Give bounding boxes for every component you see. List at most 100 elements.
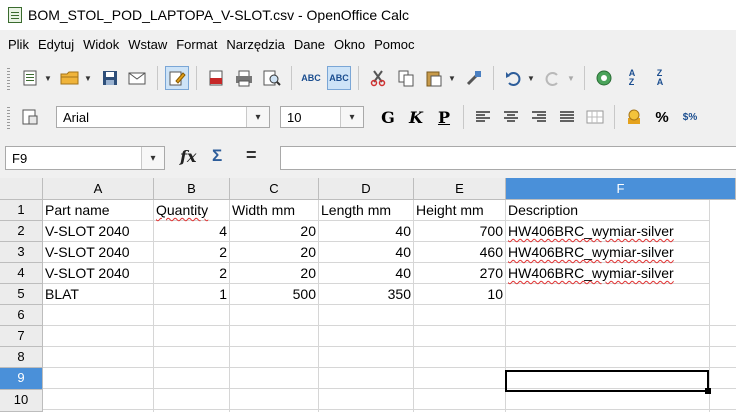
chevron-down-icon[interactable]: ▾ xyxy=(141,147,164,169)
font-size-combo[interactable]: 10 ▾ xyxy=(280,106,364,128)
row-header-9[interactable]: 9 xyxy=(0,368,43,390)
column-header-e[interactable]: E xyxy=(414,178,506,200)
cell-a4[interactable]: V-SLOT 2040 xyxy=(43,263,154,284)
open-folder-icon[interactable] xyxy=(58,66,82,90)
cell-d2[interactable]: 40 xyxy=(319,221,414,242)
font-name-combo[interactable]: Arial ▾ xyxy=(56,106,270,128)
row-header-5[interactable]: 5 xyxy=(0,284,43,305)
toolbar-grip[interactable] xyxy=(7,66,10,90)
justify-icon[interactable] xyxy=(555,105,579,129)
name-box[interactable]: F9 ▾ xyxy=(5,146,165,170)
menu-plik[interactable]: Plik xyxy=(4,37,33,52)
cell-b1[interactable]: Quantity xyxy=(154,200,230,221)
menu-widok[interactable]: Widok xyxy=(79,37,123,52)
equals-button[interactable]: = xyxy=(246,145,257,166)
column-header-f[interactable]: F xyxy=(506,178,736,200)
cell-e5[interactable]: 10 xyxy=(414,284,506,305)
cell-d5[interactable]: 350 xyxy=(319,284,414,305)
cell-d1[interactable]: Length mm xyxy=(319,200,414,221)
cell-e4[interactable]: 270 xyxy=(414,263,506,284)
empty-grid[interactable] xyxy=(43,305,736,412)
menu-okno[interactable]: Okno xyxy=(330,37,369,52)
menu-dane[interactable]: Dane xyxy=(290,37,329,52)
cell-c5[interactable]: 500 xyxy=(230,284,319,305)
cell-f5[interactable] xyxy=(506,284,710,305)
fill-handle[interactable] xyxy=(705,388,711,394)
cell-b3[interactable]: 2 xyxy=(154,242,230,263)
edit-mode-icon[interactable] xyxy=(165,66,189,90)
cell-d4[interactable]: 40 xyxy=(319,263,414,284)
export-pdf-icon[interactable] xyxy=(204,66,228,90)
new-dropdown-icon[interactable]: ▼ xyxy=(44,74,52,83)
cell-c4[interactable]: 20 xyxy=(230,263,319,284)
cell-e3[interactable]: 460 xyxy=(414,242,506,263)
cell-f2[interactable]: HW406BRC_wymiar-silver xyxy=(506,221,710,242)
paste-icon[interactable] xyxy=(422,66,446,90)
row-header-8[interactable]: 8 xyxy=(0,347,43,368)
cell-c2[interactable]: 20 xyxy=(230,221,319,242)
redo-dropdown-icon[interactable]: ▼ xyxy=(567,74,575,83)
cell-d3[interactable]: 40 xyxy=(319,242,414,263)
navigator-icon[interactable] xyxy=(592,66,616,90)
cell-b5[interactable]: 1 xyxy=(154,284,230,305)
toolbar-grip[interactable] xyxy=(7,105,10,129)
row-header-4[interactable]: 4 xyxy=(0,263,43,284)
column-header-b[interactable]: B xyxy=(154,178,230,200)
function-wizard-button[interactable]: fx xyxy=(180,147,196,166)
cell-a3[interactable]: V-SLOT 2040 xyxy=(43,242,154,263)
align-left-icon[interactable] xyxy=(471,105,495,129)
styles-icon[interactable] xyxy=(18,105,42,129)
chevron-down-icon[interactable]: ▾ xyxy=(340,107,363,127)
row-header-2[interactable]: 2 xyxy=(0,221,43,242)
undo-icon[interactable] xyxy=(501,66,525,90)
cut-icon[interactable] xyxy=(366,66,390,90)
autospellcheck-icon[interactable]: ABC xyxy=(327,66,351,90)
row-header-1[interactable]: 1 xyxy=(0,200,43,221)
underline-button[interactable]: P xyxy=(432,105,456,129)
cell-e2[interactable]: 700 xyxy=(414,221,506,242)
cell-f4[interactable]: HW406BRC_wymiar-silver xyxy=(506,263,710,284)
column-header-c[interactable]: C xyxy=(230,178,319,200)
print-preview-icon[interactable] xyxy=(260,66,284,90)
cell-b2[interactable]: 4 xyxy=(154,221,230,242)
italic-button[interactable]: K xyxy=(404,105,428,129)
cell-f1[interactable]: Description xyxy=(506,200,710,221)
row-header-3[interactable]: 3 xyxy=(0,242,43,263)
paste-dropdown-icon[interactable]: ▼ xyxy=(448,74,456,83)
redo-icon[interactable] xyxy=(541,66,565,90)
cell-c3[interactable]: 20 xyxy=(230,242,319,263)
cell-a5[interactable]: BLAT xyxy=(43,284,154,305)
percent-format-button[interactable]: % xyxy=(650,105,674,129)
cell-a1[interactable]: Part name xyxy=(43,200,154,221)
spreadsheet-grid[interactable]: A B C D E F 1 2 3 4 5 6 7 8 9 10 Part na… xyxy=(0,178,736,412)
cell-f3[interactable]: HW406BRC_wymiar-silver xyxy=(506,242,710,263)
menu-narzedzia[interactable]: Narzędzia xyxy=(222,37,289,52)
column-header-d[interactable]: D xyxy=(319,178,414,200)
new-document-icon[interactable] xyxy=(18,66,42,90)
currency-format-icon[interactable] xyxy=(622,105,646,129)
open-dropdown-icon[interactable]: ▼ xyxy=(84,74,92,83)
row-header-7[interactable]: 7 xyxy=(0,326,43,347)
save-icon[interactable] xyxy=(98,66,122,90)
cell-b4[interactable]: 2 xyxy=(154,263,230,284)
merge-cells-icon[interactable] xyxy=(583,105,607,129)
copy-icon[interactable] xyxy=(394,66,418,90)
cell-a2[interactable]: V-SLOT 2040 xyxy=(43,221,154,242)
standard-format-icon[interactable]: $% xyxy=(678,105,702,129)
align-center-icon[interactable] xyxy=(499,105,523,129)
formula-input[interactable] xyxy=(280,146,736,170)
clone-formatting-icon[interactable] xyxy=(462,66,486,90)
row-header-10[interactable]: 10 xyxy=(0,390,43,412)
cell-c1[interactable]: Width mm xyxy=(230,200,319,221)
sum-button[interactable]: Σ xyxy=(212,146,222,166)
undo-dropdown-icon[interactable]: ▼ xyxy=(527,74,535,83)
active-cell-cursor[interactable] xyxy=(505,370,709,392)
menu-format[interactable]: Format xyxy=(172,37,221,52)
sort-ascending-icon[interactable]: AZ xyxy=(620,66,644,90)
sort-descending-icon[interactable]: ZA xyxy=(648,66,672,90)
print-icon[interactable] xyxy=(232,66,256,90)
column-header-a[interactable]: A xyxy=(43,178,154,200)
chevron-down-icon[interactable]: ▾ xyxy=(246,107,269,127)
spellcheck-icon[interactable]: ABC xyxy=(299,66,323,90)
cell-e1[interactable]: Height mm xyxy=(414,200,506,221)
